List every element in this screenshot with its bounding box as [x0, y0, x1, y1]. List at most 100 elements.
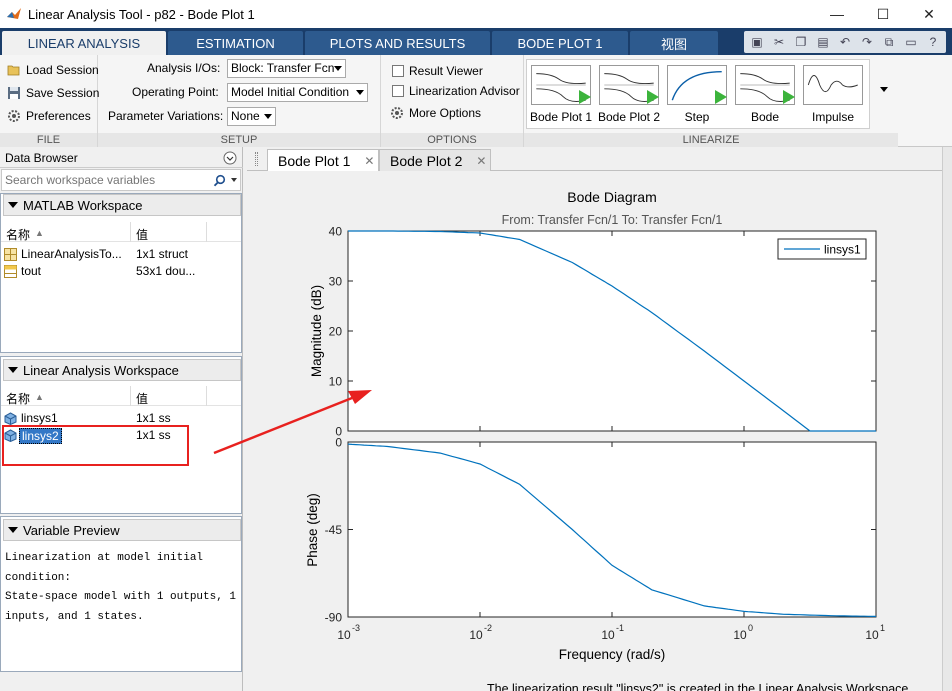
close-tab-icon[interactable]: ✕ [476, 154, 486, 168]
table-row[interactable]: LinearAnalysisTo... 1x1 struct [1, 246, 241, 263]
column-name-header[interactable]: 名称 [6, 226, 30, 243]
variable-value: 1x1 ss [136, 411, 171, 425]
magnitude-axis-label: Magnitude (dB) [309, 285, 324, 377]
preferences-button[interactable]: Preferences [7, 109, 91, 123]
preview-line: inputs, and 1 states. [5, 610, 144, 623]
chart-subtitle: From: Transfer Fcn/1 To: Transfer Fcn/1 [502, 213, 723, 227]
tab-estimation[interactable]: ESTIMATION [168, 31, 303, 55]
close-tab-icon[interactable]: ✕ [364, 154, 374, 168]
vertical-scrollbar[interactable] [942, 147, 952, 691]
redo-icon[interactable]: ↷ [858, 33, 876, 51]
parameter-variations-label: Parameter Variations: [108, 109, 224, 123]
tab-view[interactable]: 视图 [630, 31, 718, 55]
chevron-down-icon [264, 114, 272, 119]
gallery-item-impulse[interactable]: Impulse [799, 60, 867, 130]
state-space-model-icon [4, 429, 17, 442]
switch-windows-icon[interactable]: ⧉ [880, 33, 898, 51]
matlab-logo-icon [7, 8, 21, 19]
variable-value: 1x1 ss [136, 428, 171, 442]
cut-icon[interactable]: ✂ [770, 33, 788, 51]
x-tick-label: 10 [733, 628, 747, 642]
gallery-item-bode[interactable]: Bode [731, 60, 799, 130]
table-row-selected[interactable]: linsys2 1x1 ss [1, 427, 241, 444]
x-tick-label: 10 [337, 628, 351, 642]
operating-point-label: Operating Point: [132, 85, 219, 99]
search-input[interactable] [5, 172, 205, 188]
parameter-variations-dropdown[interactable]: None [227, 107, 276, 126]
variable-preview-title: Variable Preview [23, 522, 120, 538]
close-button[interactable]: ✕ [906, 0, 952, 28]
doc-tab-bode-plot-2[interactable]: Bode Plot 2 ✕ [379, 149, 491, 171]
tab-bode-plot-1[interactable]: BODE PLOT 1 [492, 31, 628, 55]
more-options-button[interactable]: More Options [390, 106, 481, 120]
search-icon[interactable] [213, 174, 226, 187]
options-group-label: OPTIONS [381, 133, 523, 147]
doc-tab-bode-plot-1[interactable]: Bode Plot 1 ✕ [267, 149, 379, 171]
preview-line: condition: [5, 571, 72, 584]
y-tick-label: 40 [329, 225, 343, 239]
help-icon[interactable]: ? [924, 33, 942, 51]
linear-analysis-workspace-section: Linear Analysis Workspace 名称 ▲ 值 linsys1… [0, 356, 242, 514]
gallery-expand-icon[interactable] [880, 87, 888, 92]
x-tick-exponent: -3 [352, 623, 360, 633]
minimize-button[interactable]: — [814, 0, 860, 28]
x-tick-exponent: 1 [880, 623, 885, 633]
maximize-button[interactable]: ☐ [860, 0, 906, 28]
variable-preview-header[interactable]: Variable Preview [3, 519, 241, 541]
tab-linear-analysis[interactable]: LINEAR ANALYSIS [2, 31, 166, 55]
collapse-triangle-icon [8, 527, 18, 533]
y-tick-label: 20 [329, 325, 343, 339]
save-session-button[interactable]: Save Session [7, 86, 99, 100]
drag-handle-icon[interactable] [255, 152, 258, 166]
paste-icon[interactable]: ▤ [814, 33, 832, 51]
layout-icon[interactable]: ▭ [902, 33, 920, 51]
analysis-ios-dropdown[interactable]: Block: Transfer Fcn [227, 59, 346, 78]
preferences-label: Preferences [26, 109, 91, 123]
linearize-group-label: LINEARIZE [524, 133, 898, 147]
tab-plots-and-results[interactable]: PLOTS AND RESULTS [305, 31, 490, 55]
result-viewer-label: Result Viewer [409, 64, 483, 78]
result-viewer-checkbox[interactable]: Result Viewer [392, 64, 483, 78]
x-tick-exponent: -1 [616, 623, 624, 633]
chevron-down-icon[interactable] [231, 178, 237, 182]
table-row[interactable]: linsys1 1x1 ss [1, 410, 241, 427]
copy-icon[interactable]: ❐ [792, 33, 810, 51]
column-value-header[interactable]: 值 [136, 226, 148, 243]
data-browser-header: Data Browser [0, 148, 243, 168]
load-session-button[interactable]: Load Session [7, 63, 99, 77]
collapse-triangle-icon [8, 367, 18, 373]
linear-analysis-workspace-header[interactable]: Linear Analysis Workspace [3, 359, 241, 381]
quick-access-toolbar: ▣ ✂ ❐ ▤ ↶ ↷ ⧉ ▭ ? [744, 31, 946, 53]
matlab-workspace-title: MATLAB Workspace [23, 197, 143, 213]
undo-icon[interactable]: ↶ [836, 33, 854, 51]
document-tab-bar: Bode Plot 1 ✕ Bode Plot 2 ✕ [247, 147, 942, 171]
gallery-item-bode-plot-1[interactable]: Bode Plot 1 [527, 60, 595, 130]
gallery-item-step[interactable]: Step [663, 60, 731, 130]
options-group: Result Viewer Linearization Advisor More… [381, 55, 524, 147]
table-row[interactable]: tout 53x1 dou... [1, 263, 241, 280]
doc-tab-label: Bode Plot 1 [278, 152, 351, 169]
linearization-advisor-checkbox[interactable]: Linearization Advisor [392, 84, 520, 98]
chart-legend[interactable]: linsys1 [777, 238, 867, 260]
folder-open-icon [7, 65, 20, 76]
y-tick-label: 10 [329, 375, 343, 389]
save-icon[interactable]: ▣ [748, 33, 766, 51]
y-tick-label: -90 [325, 611, 343, 625]
column-value-header[interactable]: 值 [136, 390, 148, 407]
x-tick-exponent: -2 [484, 623, 492, 633]
panel-menu-icon[interactable] [223, 151, 237, 165]
operating-point-dropdown[interactable]: Model Initial Condition [227, 83, 368, 102]
column-name-header[interactable]: 名称 [6, 390, 30, 407]
gallery-item-bode-plot-2[interactable]: Bode Plot 2 [595, 60, 663, 130]
more-options-label: More Options [409, 106, 482, 120]
variable-name: tout [21, 264, 42, 278]
matlab-workspace-header[interactable]: MATLAB Workspace [3, 194, 241, 216]
floppy-disk-icon [8, 87, 20, 99]
title-bar: Linear Analysis Tool - p82 - Bode Plot 1… [0, 0, 952, 28]
gear-icon [8, 110, 20, 122]
bode-plot-canvas: Bode Diagram From: Transfer Fcn/1 To: Tr… [247, 172, 942, 691]
linear-analysis-tool-window: Linear Analysis Tool - p82 - Bode Plot 1… [0, 0, 952, 691]
data-browser-title: Data Browser [5, 150, 78, 165]
play-icon [715, 90, 727, 104]
chart-title: Bode Diagram [567, 189, 657, 205]
